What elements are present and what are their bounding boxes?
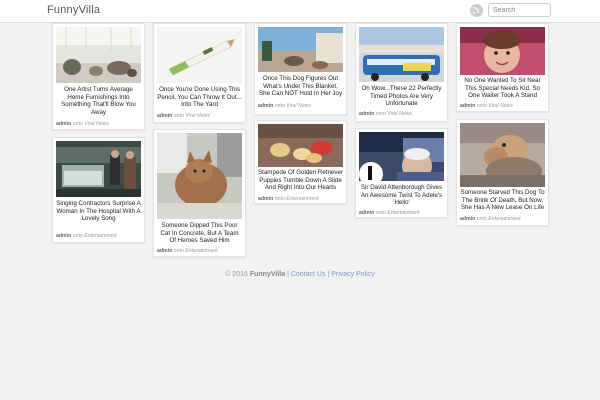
post-author[interactable]: admin [56,233,71,239]
post-category[interactable]: Entertainment [185,248,217,254]
post-meta: admin onto Entertainment [460,216,521,222]
post-title[interactable]: Stampede Of Golden Retriever Puppies Tum… [258,169,343,192]
post-category[interactable]: Entertainment [488,216,520,222]
top-navbar: FunnyVilla [0,0,600,23]
post-thumbnail[interactable] [258,124,343,167]
post-card[interactable]: Someone Starved This Dog To The Brink Of… [456,119,549,226]
post-card[interactable]: Sir David Attenborough Gives An Awesome … [355,128,448,218]
search-input[interactable] [488,3,551,17]
post-meta-connector: onto [375,210,386,216]
site-logo[interactable]: FunnyVilla [47,4,100,16]
post-author[interactable]: admin [56,121,71,127]
post-title[interactable]: Once You're Done Using This Pencil, You … [157,86,242,109]
footer-separator: | [327,271,330,278]
post-meta-connector: onto [476,216,487,222]
post-meta: admin onto Viral News [460,103,513,109]
post-category[interactable]: Viral News [488,103,513,109]
post-thumbnail[interactable] [56,27,141,83]
post-author[interactable]: admin [460,103,475,109]
post-title[interactable]: Oh Wow...These 22 Perfectly Timed Photos… [359,85,444,108]
post-author[interactable]: admin [157,113,172,119]
post-author[interactable]: admin [359,210,374,216]
post-category[interactable]: Entertainment [387,210,419,216]
post-category[interactable]: Viral News [387,111,412,117]
post-meta: admin onto Viral News [359,111,412,117]
footer-site-name: FunnyVilla [249,271,286,278]
post-thumbnail[interactable] [359,132,444,181]
post-author[interactable]: admin [359,111,374,117]
post-thumbnail[interactable] [359,27,444,82]
post-author[interactable]: admin [157,248,172,254]
post-card[interactable]: No One Wanted To Sit Near This Special N… [456,23,549,112]
post-thumbnail[interactable] [56,141,141,197]
rss-icon[interactable] [470,4,483,17]
post-thumbnail[interactable] [157,133,242,219]
privacy-policy-link[interactable]: Privacy Policy [331,271,375,278]
post-meta-connector: onto [173,248,184,254]
contact-us-link[interactable]: Contact Us [291,271,326,278]
post-author[interactable]: admin [460,216,475,222]
post-meta: admin onto Viral News [157,113,210,119]
post-thumbnail[interactable] [157,27,242,83]
post-title[interactable]: One Artist Turns Average Home Furnishing… [56,86,141,116]
post-card[interactable]: Once This Dog Figures Out What's Under T… [254,23,347,115]
post-card[interactable]: Stampede Of Golden Retriever Puppies Tum… [254,120,347,204]
post-meta: admin onto Entertainment [359,210,420,216]
post-category[interactable]: Entertainment [84,233,116,239]
post-thumbnail[interactable] [460,123,545,187]
post-title[interactable]: Someone Starved This Dog To The Brink Of… [460,189,545,212]
post-title[interactable]: Once This Dog Figures Out What's Under T… [258,75,343,98]
post-title[interactable]: Singing Contractors Surprise A Woman In … [56,200,141,223]
post-meta-connector: onto [173,113,184,119]
post-category[interactable]: Viral News [286,103,311,109]
post-meta: admin onto Viral News [56,121,109,127]
post-author[interactable]: admin [258,196,273,202]
post-title[interactable]: Someone Dipped This Poor Cat In Concrete… [157,222,242,245]
post-meta-connector: onto [375,111,386,117]
footer-copyright: © 2016 [225,271,248,278]
post-meta: admin onto Viral News [258,103,311,109]
post-meta: admin onto Entertainment [56,233,117,239]
post-thumbnail[interactable] [460,27,545,75]
post-category[interactable]: Viral News [84,121,109,127]
post-title[interactable]: No One Wanted To Sit Near This Special N… [460,77,545,100]
post-card[interactable]: Oh Wow...These 22 Perfectly Timed Photos… [355,23,448,122]
post-meta-connector: onto [72,121,83,127]
post-meta: admin onto Entertainment [258,196,319,202]
post-card[interactable]: Once You're Done Using This Pencil, You … [153,23,246,123]
site-footer: © 2016 FunnyVilla | Contact Us | Privacy… [0,271,600,278]
post-title[interactable]: Sir David Attenborough Gives An Awesome … [359,184,444,207]
post-category[interactable]: Viral News [185,113,210,119]
post-meta-connector: onto [274,196,285,202]
post-meta: admin onto Entertainment [157,248,218,254]
post-meta-connector: onto [274,103,285,109]
post-thumbnail[interactable] [258,27,343,72]
post-author[interactable]: admin [258,103,273,109]
footer-separator: | [287,271,289,278]
post-meta-connector: onto [476,103,487,109]
post-category[interactable]: Entertainment [286,196,318,202]
post-card[interactable]: Someone Dipped This Poor Cat In Concrete… [153,129,246,257]
post-card[interactable]: One Artist Turns Average Home Furnishing… [52,23,145,130]
post-meta-connector: onto [72,233,83,239]
post-card[interactable]: Singing Contractors Surprise A Woman In … [52,137,145,243]
